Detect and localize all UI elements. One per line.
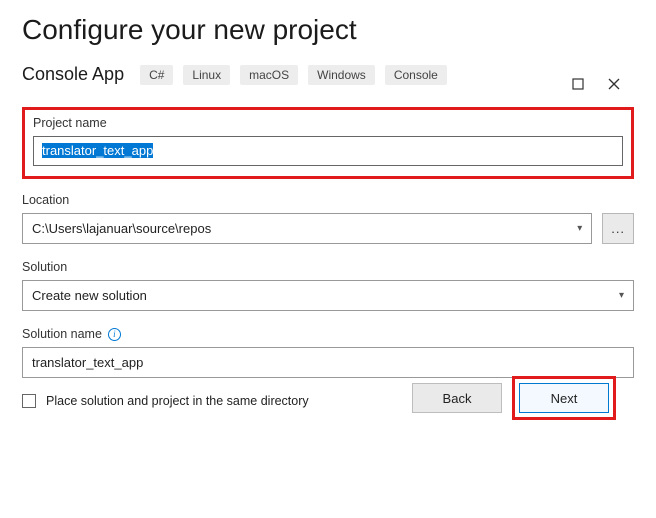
next-button-highlight: Next xyxy=(512,376,616,420)
solution-name-label: Solution name i xyxy=(22,327,634,341)
solution-combo[interactable]: Create new solution ▾ xyxy=(22,280,634,311)
tag: C# xyxy=(140,65,173,85)
project-name-value: translator_text_app xyxy=(42,143,153,158)
chevron-down-icon: ▾ xyxy=(619,290,624,301)
solution-value: Create new solution xyxy=(32,288,147,303)
chevron-down-icon: ▾ xyxy=(577,223,582,234)
solution-label: Solution xyxy=(22,260,634,274)
template-subline: Console App C# Linux macOS Windows Conso… xyxy=(22,64,634,85)
location-label: Location xyxy=(22,193,634,207)
next-button[interactable]: Next xyxy=(519,383,609,413)
tag: Windows xyxy=(308,65,375,85)
browse-button[interactable]: ... xyxy=(602,213,634,244)
page-title: Configure your new project xyxy=(22,14,634,46)
tag: macOS xyxy=(240,65,298,85)
close-icon[interactable] xyxy=(608,78,620,90)
back-button[interactable]: Back xyxy=(412,383,502,413)
solution-name-input[interactable] xyxy=(22,347,634,378)
tag: Console xyxy=(385,65,447,85)
project-name-group: Project name translator_text_app xyxy=(22,107,634,179)
info-icon[interactable]: i xyxy=(108,328,121,341)
same-directory-label: Place solution and project in the same d… xyxy=(46,394,309,408)
project-name-input[interactable]: translator_text_app xyxy=(33,136,623,166)
checkbox-box[interactable] xyxy=(22,394,36,408)
tag: Linux xyxy=(183,65,230,85)
maximize-icon[interactable] xyxy=(572,78,584,90)
template-name: Console App xyxy=(22,64,124,85)
location-value: C:\Users\lajanuar\source\repos xyxy=(32,221,211,236)
location-combo[interactable]: C:\Users\lajanuar\source\repos ▾ xyxy=(22,213,592,244)
project-name-label: Project name xyxy=(33,116,623,130)
